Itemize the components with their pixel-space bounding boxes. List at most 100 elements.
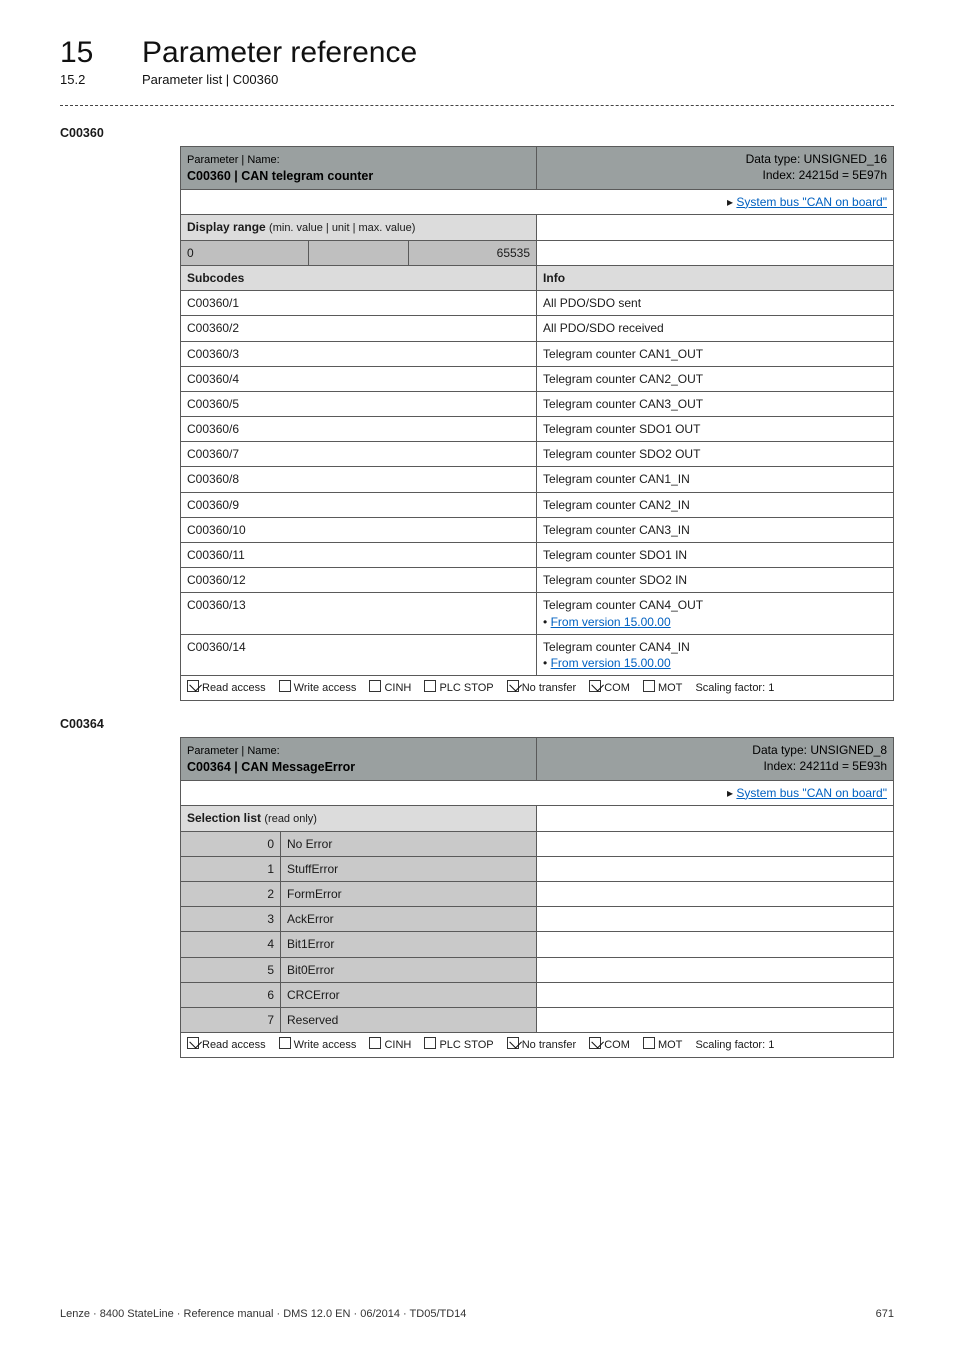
subcode-cell: C00360/3 [181,341,537,366]
system-bus-link-row: ▸ System bus "CAN on board" [181,780,894,805]
table-row: 6CRCError [181,982,894,1007]
subcode-cell: C00360/5 [181,391,537,416]
access-com: COM [604,1039,630,1051]
section-header: 15.2 Parameter list | C00360 [60,72,894,87]
empty-cell [537,982,894,1007]
selection-number: 1 [181,856,281,881]
selection-label: Reserved [281,1008,537,1033]
table-row: C00360/9Telegram counter CAN2_IN [181,492,894,517]
info-cell: Telegram counter CAN3_IN [537,517,894,542]
checkbox-icon [643,1037,655,1049]
checkbox-icon [643,680,655,692]
info-cell: Telegram counter SDO1 IN [537,543,894,568]
selection-label: No Error [281,831,537,856]
system-bus-link[interactable]: System bus "CAN on board" [736,786,887,800]
selection-number: 0 [181,831,281,856]
checkbox-checked-icon [507,680,519,692]
param-name-label: Parameter | Name: [187,154,280,166]
subcode-cell: C00360/10 [181,517,537,542]
checkbox-icon [424,1037,436,1049]
table-row: 3AckError [181,907,894,932]
chevron-right-icon: ▸ [727,195,736,209]
info-cell: Telegram counter CAN4_IN• From version 1… [537,634,894,675]
selection-number: 6 [181,982,281,1007]
section-title: Parameter list | C00360 [142,72,278,87]
checkbox-icon [369,1037,381,1049]
selection-number: 3 [181,907,281,932]
param-name-value: C00364 | CAN MessageError [187,760,355,774]
table-row: 0No Error [181,831,894,856]
access-notransfer: No transfer [522,682,576,694]
info-cell: Telegram counter CAN3_OUT [537,391,894,416]
selection-list-header-row: Selection list (read only) [181,805,894,831]
subcode-cell: C00360/4 [181,366,537,391]
access-row: Read access Write access CINH PLC STOP N… [181,1033,894,1058]
subcode-cell: C00360/12 [181,568,537,593]
empty-cell [537,882,894,907]
info-cell: Telegram counter SDO1 OUT [537,417,894,442]
table-row: C00360/3Telegram counter CAN1_OUT [181,341,894,366]
from-version-link[interactable]: From version 15.00.00 [551,656,671,670]
selection-number: 5 [181,957,281,982]
access-row: Read access Write access CINH PLC STOP N… [181,676,894,701]
table-row: 4Bit1Error [181,932,894,957]
info-cell: All PDO/SDO sent [537,291,894,316]
access-com: COM [604,682,630,694]
checkbox-icon [279,680,291,692]
empty-cell [537,907,894,932]
selection-number: 7 [181,1008,281,1033]
table-row: C00360/4Telegram counter CAN2_OUT [181,366,894,391]
param-name-value: C00360 | CAN telegram counter [187,169,373,183]
param-table-c00360: Parameter | Name: C00360 | CAN telegram … [180,146,894,701]
display-range-max: 65535 [409,240,537,265]
chevron-right-icon: ▸ [727,786,736,800]
checkbox-icon [369,680,381,692]
access-mot: MOT [658,682,682,694]
table-row: 1StuffError [181,856,894,881]
system-bus-link[interactable]: System bus "CAN on board" [736,195,887,209]
info-cell: Telegram counter CAN1_OUT [537,341,894,366]
system-bus-link-row: ▸ System bus "CAN on board" [181,189,894,214]
info-cell: All PDO/SDO received [537,316,894,341]
subcodes-label: Subcodes [181,265,537,290]
table-header-row: Parameter | Name: C00364 | CAN MessageEr… [181,737,894,780]
info-cell: Telegram counter CAN2_IN [537,492,894,517]
param-table-c00364: Parameter | Name: C00364 | CAN MessageEr… [180,737,894,1058]
access-notransfer: No transfer [522,1039,576,1051]
table-row: C00360/7Telegram counter SDO2 OUT [181,442,894,467]
display-range-sub: (min. value | unit | max. value) [269,222,415,234]
display-range-values-row: 0 65535 [181,240,894,265]
chapter-title: Parameter reference [142,36,417,70]
subcode-cell: C00360/1 [181,291,537,316]
table-row: C00360/12Telegram counter SDO2 IN [181,568,894,593]
subcode-cell: C00360/13 [181,593,537,634]
table-row: C00360/10Telegram counter CAN3_IN [181,517,894,542]
checkbox-checked-icon [589,680,601,692]
display-range-row: Display range (min. value | unit | max. … [181,214,894,240]
subcode-cell: C00360/9 [181,492,537,517]
from-version-link[interactable]: From version 15.00.00 [551,615,671,629]
display-range-label: Display range [187,220,266,234]
subcode-cell: C00360/11 [181,543,537,568]
empty-cell [537,856,894,881]
selection-list-sub: (read only) [264,813,317,825]
footer-page-number: 671 [876,1308,894,1320]
param-data-type: Data type: UNSIGNED_8 [752,743,887,757]
table-row: 2FormError [181,882,894,907]
info-cell: Telegram counter SDO2 OUT [537,442,894,467]
checkbox-checked-icon [589,1037,601,1049]
table-row: C00360/8Telegram counter CAN1_IN [181,467,894,492]
access-read: Read access [202,1039,266,1051]
selection-label: Bit1Error [281,932,537,957]
selection-number: 2 [181,882,281,907]
info-cell: Telegram counter CAN4_OUT• From version … [537,593,894,634]
empty-cell [537,932,894,957]
subcode-cell: C00360/14 [181,634,537,675]
info-label: Info [537,265,894,290]
table-row: C00360/6Telegram counter SDO1 OUT [181,417,894,442]
subcode-cell: C00360/6 [181,417,537,442]
access-scaling: Scaling factor: 1 [695,682,774,694]
selection-number: 4 [181,932,281,957]
table-row: C00360/11Telegram counter SDO1 IN [181,543,894,568]
empty-cell [537,1008,894,1033]
